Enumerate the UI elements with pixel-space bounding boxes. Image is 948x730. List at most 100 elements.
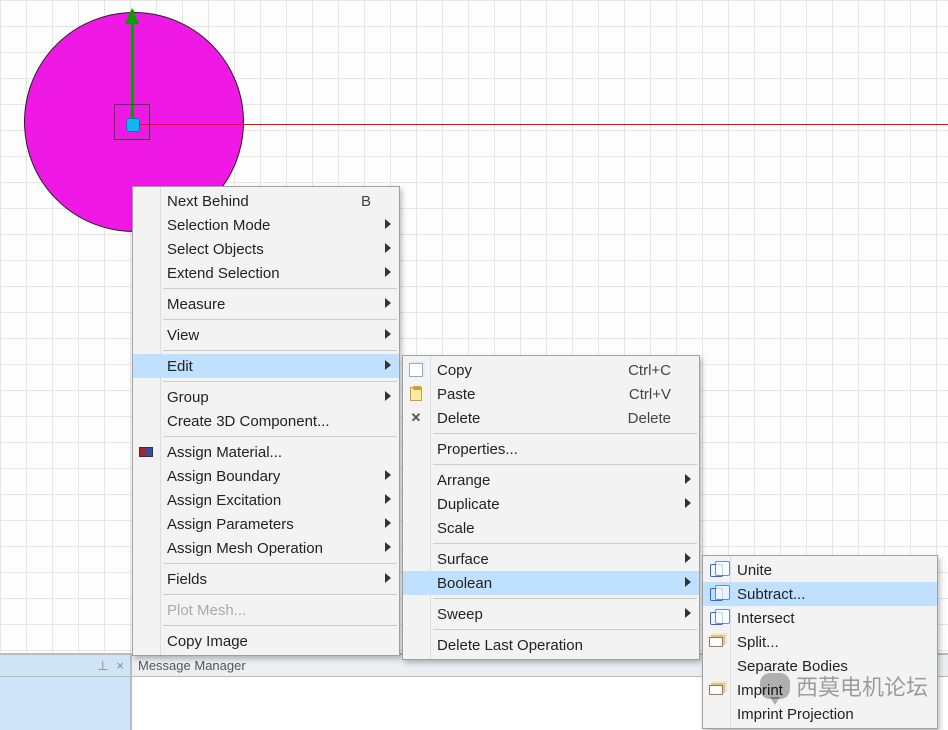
menu-item-label: Surface <box>437 551 671 568</box>
menu-item-delete[interactable]: ✕ Delete Delete <box>403 406 699 430</box>
delete-icon: ✕ <box>408 410 424 426</box>
menu-item-shortcut: B <box>337 193 371 210</box>
menu-item-label: Copy <box>437 362 604 379</box>
menu-item-label: Imprint <box>737 682 909 699</box>
menu-item-label: Scale <box>437 520 671 537</box>
menu-item-plot-mesh: Plot Mesh... <box>133 598 399 622</box>
menu-item-label: Arrange <box>437 472 671 489</box>
copy-icon <box>408 362 424 378</box>
pin-icon[interactable]: ⊥ <box>97 658 108 674</box>
menu-item-separate-bodies[interactable]: Separate Bodies <box>703 654 937 678</box>
menu-item-group[interactable]: Group <box>133 385 399 409</box>
menu-item-label: Assign Excitation <box>167 492 371 509</box>
menu-item-fields[interactable]: Fields <box>133 567 399 591</box>
menu-separator <box>163 625 397 626</box>
menu-item-label: Unite <box>737 562 909 579</box>
menu-item-next-behind[interactable]: Next Behind B <box>133 189 399 213</box>
menu-item-unite[interactable]: Unite <box>703 558 937 582</box>
menu-item-scale[interactable]: Scale <box>403 516 699 540</box>
menu-item-shortcut: Ctrl+C <box>604 362 671 379</box>
menu-item-selection-mode[interactable]: Selection Mode <box>133 213 399 237</box>
menu-item-subtract[interactable]: Subtract... <box>703 582 937 606</box>
menu-item-create-3d-component[interactable]: Create 3D Component... <box>133 409 399 433</box>
context-menu-main: Next Behind B Selection Mode Select Obje… <box>132 186 400 656</box>
submenu-arrow-icon <box>385 470 391 480</box>
menu-separator <box>163 436 397 437</box>
menu-item-label: Intersect <box>737 610 909 627</box>
menu-item-shortcut: Delete <box>604 410 671 427</box>
menu-item-shortcut: Ctrl+V <box>605 386 671 403</box>
menu-item-label: Sweep <box>437 606 671 623</box>
submenu-arrow-icon <box>385 329 391 339</box>
submenu-arrow-icon <box>385 518 391 528</box>
menu-item-label: Extend Selection <box>167 265 371 282</box>
split-icon <box>708 634 724 650</box>
menu-item-extend-selection[interactable]: Extend Selection <box>133 261 399 285</box>
menu-item-surface[interactable]: Surface <box>403 547 699 571</box>
menu-item-sweep[interactable]: Sweep <box>403 602 699 626</box>
menu-item-label: Assign Parameters <box>167 516 371 533</box>
menu-separator <box>433 433 697 434</box>
menu-separator <box>163 563 397 564</box>
submenu-arrow-icon <box>685 577 691 587</box>
submenu-arrow-icon <box>385 298 391 308</box>
menu-item-assign-parameters[interactable]: Assign Parameters <box>133 512 399 536</box>
menu-item-label: Duplicate <box>437 496 671 513</box>
submenu-arrow-icon <box>385 391 391 401</box>
submenu-arrow-icon <box>385 267 391 277</box>
menu-separator <box>163 381 397 382</box>
menu-item-delete-last-operation[interactable]: Delete Last Operation <box>403 633 699 657</box>
menu-item-label: View <box>167 327 371 344</box>
menu-item-label: Copy Image <box>167 633 371 650</box>
submenu-arrow-icon <box>685 474 691 484</box>
menu-item-properties[interactable]: Properties... <box>403 437 699 461</box>
menu-separator <box>433 598 697 599</box>
intersect-icon <box>708 610 724 626</box>
menu-item-label: Assign Mesh Operation <box>167 540 371 557</box>
menu-item-assign-boundary[interactable]: Assign Boundary <box>133 464 399 488</box>
menu-item-paste[interactable]: Paste Ctrl+V <box>403 382 699 406</box>
x-axis-line <box>132 124 948 125</box>
menu-item-copy[interactable]: Copy Ctrl+C <box>403 358 699 382</box>
submenu-arrow-icon <box>385 219 391 229</box>
menu-item-duplicate[interactable]: Duplicate <box>403 492 699 516</box>
unite-icon <box>708 562 724 578</box>
menu-item-label: Group <box>167 389 371 406</box>
context-menu-edit: Copy Ctrl+C Paste Ctrl+V ✕ Delete Delete… <box>402 355 700 660</box>
submenu-arrow-icon <box>385 542 391 552</box>
menu-item-boolean[interactable]: Boolean <box>403 571 699 595</box>
menu-separator <box>163 594 397 595</box>
menu-item-label: Paste <box>437 386 605 403</box>
menu-separator <box>433 464 697 465</box>
submenu-arrow-icon <box>685 498 691 508</box>
menu-separator <box>163 350 397 351</box>
menu-item-label: Edit <box>167 358 371 375</box>
menu-item-edit[interactable]: Edit <box>133 354 399 378</box>
menu-item-label: Plot Mesh... <box>167 602 371 619</box>
menu-item-assign-excitation[interactable]: Assign Excitation <box>133 488 399 512</box>
origin-handle[interactable] <box>126 118 140 132</box>
menu-item-select-objects[interactable]: Select Objects <box>133 237 399 261</box>
imprint-icon <box>708 682 724 698</box>
menu-item-assign-mesh-operation[interactable]: Assign Mesh Operation <box>133 536 399 560</box>
menu-item-imprint[interactable]: Imprint <box>703 678 937 702</box>
menu-item-split[interactable]: Split... <box>703 630 937 654</box>
menu-item-label: Assign Material... <box>167 444 371 461</box>
menu-item-measure[interactable]: Measure <box>133 292 399 316</box>
menu-item-arrange[interactable]: Arrange <box>403 468 699 492</box>
menu-item-label: Subtract... <box>737 586 909 603</box>
submenu-arrow-icon <box>685 553 691 563</box>
menu-item-label: Delete Last Operation <box>437 637 671 654</box>
subtract-icon <box>708 586 724 602</box>
menu-item-view[interactable]: View <box>133 323 399 347</box>
menu-item-copy-image[interactable]: Copy Image <box>133 629 399 653</box>
menu-item-imprint-projection[interactable]: Imprint Projection <box>703 702 937 726</box>
menu-item-intersect[interactable]: Intersect <box>703 606 937 630</box>
menu-item-label: Fields <box>167 571 371 588</box>
menu-item-label: Assign Boundary <box>167 468 371 485</box>
menu-item-label: Create 3D Component... <box>167 413 371 430</box>
menu-item-assign-material[interactable]: Assign Material... <box>133 440 399 464</box>
submenu-arrow-icon <box>385 243 391 253</box>
menu-separator <box>163 319 397 320</box>
close-icon[interactable]: × <box>116 658 124 673</box>
